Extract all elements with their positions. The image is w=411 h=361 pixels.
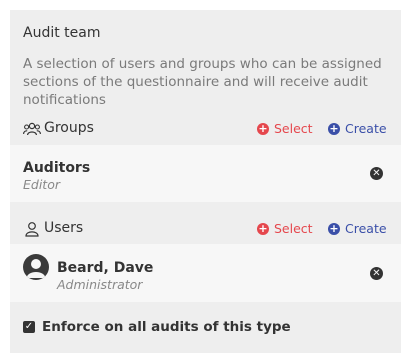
list-item: Auditors Editor ✕ (10, 145, 401, 202)
audit-team-panel: Audit team A selection of users and grou… (10, 10, 401, 353)
user-role: Administrator (57, 277, 143, 292)
remove-group-button[interactable]: ✕ (370, 167, 383, 180)
users-select-button[interactable]: + Select (257, 221, 313, 236)
list-item: Beard, Dave Administrator ✕ (10, 244, 401, 302)
group-role: Editor (23, 177, 60, 192)
user-avatar-icon (23, 254, 49, 280)
user-name: Beard, Dave (57, 260, 154, 276)
panel-title: Audit team (23, 25, 101, 41)
users-label: Users (44, 220, 84, 236)
user-icon (25, 222, 39, 237)
plus-circle-icon: + (257, 221, 269, 235)
users-create-button[interactable]: + Create (328, 221, 387, 236)
remove-user-button[interactable]: ✕ (370, 267, 383, 280)
groups-label: Groups (44, 120, 94, 136)
groups-header: Groups + Select + Create (23, 119, 389, 139)
groups-select-button[interactable]: + Select (257, 121, 313, 136)
group-name: Auditors (23, 160, 91, 176)
users-header: Users + Select + Create (23, 219, 389, 239)
plus-circle-icon: + (328, 121, 340, 135)
plus-circle-icon: + (257, 121, 269, 135)
panel-description: A selection of users and groups who can … (23, 56, 382, 108)
enforce-label: Enforce on all audits of this type (42, 319, 291, 335)
users-group-icon (23, 122, 41, 136)
check-icon: ✓ (24, 321, 34, 332)
groups-create-button[interactable]: + Create (328, 121, 387, 136)
enforce-checkbox[interactable]: ✓ (23, 321, 35, 333)
plus-circle-icon: + (328, 221, 340, 235)
